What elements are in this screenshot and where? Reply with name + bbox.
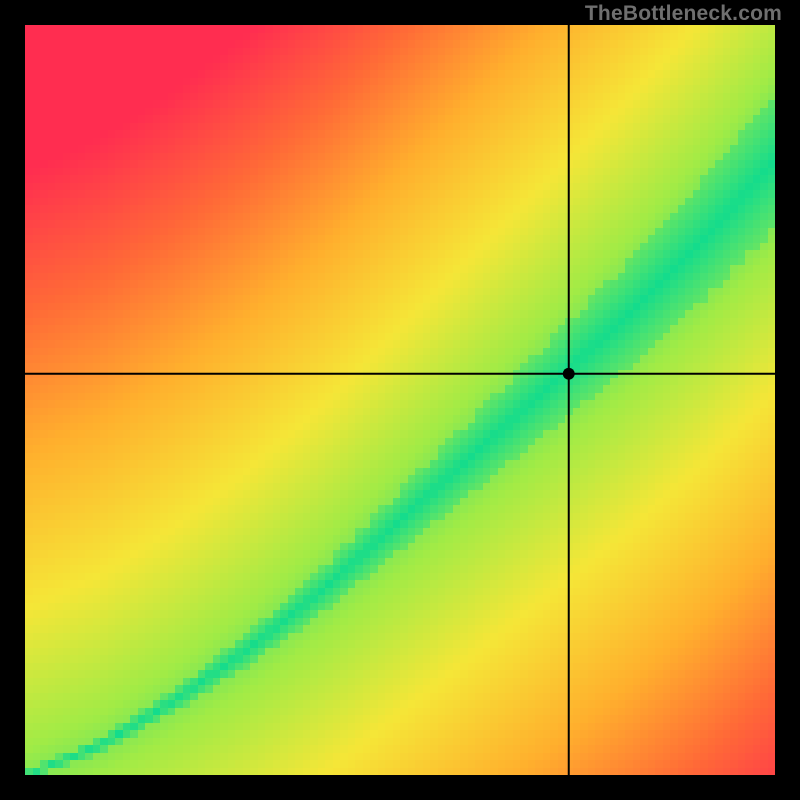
watermark-label: TheBottleneck.com xyxy=(585,2,782,26)
plot-area xyxy=(25,25,775,775)
chart-frame: TheBottleneck.com xyxy=(0,0,800,800)
heatmap-canvas xyxy=(25,25,775,775)
